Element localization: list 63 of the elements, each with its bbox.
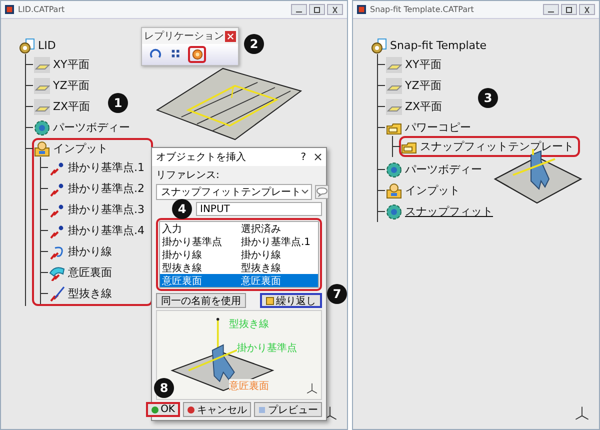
dialog-button[interactable]: プレビュー: [254, 402, 322, 417]
toolbar-title: レプリケーション: [144, 30, 224, 43]
plane-icon: [34, 78, 50, 94]
close-icon: [330, 6, 340, 14]
table-row[interactable]: 掛かり基準点 掛かり基準点.1: [160, 235, 318, 248]
close-button[interactable]: [225, 30, 236, 42]
maximize-icon: [312, 6, 322, 14]
window-title: LID.CATPart: [18, 5, 66, 14]
part-icon: [19, 38, 35, 54]
geoset-icon: [386, 182, 402, 198]
close-icon: [582, 6, 592, 14]
input-field[interactable]: INPUT: [196, 202, 322, 216]
preview-label: 掛かり基準点: [237, 341, 297, 355]
tree-item[interactable]: LID: [19, 37, 56, 54]
window-title: Snap-fit Template.CATPart: [370, 5, 475, 14]
close-button[interactable]: [579, 4, 595, 15]
plane-icon: [386, 56, 402, 72]
cancel-dot-icon: [187, 406, 195, 414]
gear-icon: [386, 204, 402, 220]
part-icon: [371, 38, 387, 54]
dialog-button[interactable]: 繰り返し: [260, 293, 322, 308]
repeat-icon: [266, 296, 274, 304]
insert-object-icon: [190, 48, 204, 61]
geoset-icon: [34, 140, 50, 156]
plane-icon: [34, 56, 50, 72]
gear-icon: [34, 120, 50, 136]
dialog-title: オブジェクトを挿入: [156, 150, 247, 164]
dialog-button[interactable]: OK: [146, 402, 180, 417]
preview-icon: [258, 406, 266, 414]
close-icon: [227, 32, 234, 40]
maximize-button[interactable]: [309, 4, 325, 15]
plane-icon: [386, 98, 402, 114]
comment-button[interactable]: [315, 185, 329, 199]
axis-icon: [305, 382, 319, 396]
close-button[interactable]: [327, 4, 343, 15]
app-icon: [5, 5, 14, 14]
surface-icon: [49, 264, 65, 280]
maximize-button[interactable]: [561, 4, 577, 15]
close-icon[interactable]: [314, 153, 322, 161]
line-icon: [49, 286, 65, 302]
help-button[interactable]: ?: [300, 152, 306, 162]
table-row[interactable]: 意匠裏面 意匠裏面: [160, 274, 318, 287]
reference-dropdown[interactable]: スナップフィットテンプレート: [156, 184, 312, 200]
minimize-button[interactable]: [543, 4, 559, 15]
toolbar-button[interactable]: [188, 46, 206, 63]
table-row[interactable]: 型抜き線 型抜き線: [160, 261, 318, 274]
gear-icon: [386, 162, 402, 178]
check-dot-icon: [150, 406, 159, 414]
minimize-button[interactable]: [291, 4, 307, 15]
plane-icon: [386, 78, 402, 94]
plane-icon: [34, 98, 50, 114]
column-header: 選択済み: [240, 222, 282, 236]
dialog-button[interactable]: 同一の名前を使用: [156, 293, 246, 308]
dialog-button[interactable]: キャンセル: [183, 402, 251, 417]
reference-label: リファレンス:: [156, 169, 220, 182]
app-icon: [357, 5, 366, 14]
table-row[interactable]: 掛かり線 掛かり線: [160, 248, 318, 261]
column-header: 入力: [161, 222, 183, 236]
preview-label: 意匠裏面: [229, 379, 269, 393]
maximize-icon: [564, 6, 574, 14]
tree-item[interactable]: Snap-fit Template: [371, 37, 487, 54]
preview-label: 型抜き線: [229, 317, 269, 331]
caret-icon: [301, 189, 309, 195]
